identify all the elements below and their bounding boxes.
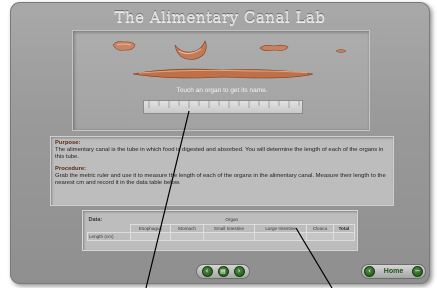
anus-specimen[interactable] xyxy=(335,48,347,54)
page-navigation: ‹ ▤ › xyxy=(196,264,250,279)
procedure-text: Grab the metric ruler and use it to meas… xyxy=(55,173,386,186)
row-length-header: Length (cm) xyxy=(87,231,131,241)
metric-ruler-icon xyxy=(148,101,300,108)
data-table: Data: Organ Esophagus Stomach Small Inte… xyxy=(87,216,356,241)
procedure-heading: Procedure: xyxy=(55,166,87,172)
col-total: Total xyxy=(332,223,356,233)
col-stomach: Stomach xyxy=(169,223,204,233)
esophagus-specimen[interactable] xyxy=(111,39,137,53)
col-esophagus: Esophagus xyxy=(129,223,171,233)
data-label: Data: xyxy=(88,217,103,223)
data-table-panel: Data: Organ Esophagus Stomach Small Inte… xyxy=(82,210,358,251)
length-large-intestine-cell[interactable] xyxy=(254,231,307,241)
printer-icon[interactable]: ▤ xyxy=(217,266,229,277)
stomach-specimen[interactable] xyxy=(173,37,209,61)
minus-icon[interactable]: − xyxy=(411,266,423,277)
length-stomach-cell[interactable] xyxy=(169,231,204,241)
lab-window: The Alimentary Canal Lab Touch an organ … xyxy=(10,2,430,284)
specimen-hint: Touch an organ to get its name. xyxy=(176,87,268,94)
col-large-intestine: Large Intestine xyxy=(254,223,307,233)
organ-group-header: Organ xyxy=(225,217,239,223)
page-title: The Alimentary Canal Lab xyxy=(114,8,326,26)
home-icon[interactable]: ‹ xyxy=(364,266,375,277)
length-esophagus-cell[interactable] xyxy=(129,231,171,241)
instructions-panel: Purpose: The alimentary canal is the tub… xyxy=(50,136,394,206)
arrow-right-icon[interactable]: › xyxy=(233,266,245,277)
home-label: Home xyxy=(383,268,404,275)
specimen-panel: Touch an organ to get its name. xyxy=(72,30,370,131)
length-small-intestine-cell[interactable] xyxy=(202,231,256,241)
col-small-intestine: Small Intestine xyxy=(202,223,256,233)
purpose-text: The alimentary canal is the tube in whic… xyxy=(55,147,384,160)
col-cloaca: Cloaca xyxy=(305,223,334,233)
small-intestine-specimen[interactable] xyxy=(131,67,315,81)
arrow-left-icon[interactable]: ‹ xyxy=(201,266,213,277)
length-total-cell[interactable] xyxy=(332,231,356,241)
purpose-heading: Purpose: xyxy=(55,140,81,146)
home-button[interactable]: ‹ Home − xyxy=(361,264,426,279)
large-intestine-specimen[interactable] xyxy=(259,41,289,53)
metric-ruler[interactable] xyxy=(143,100,303,114)
length-cloaca-cell[interactable] xyxy=(305,231,334,241)
